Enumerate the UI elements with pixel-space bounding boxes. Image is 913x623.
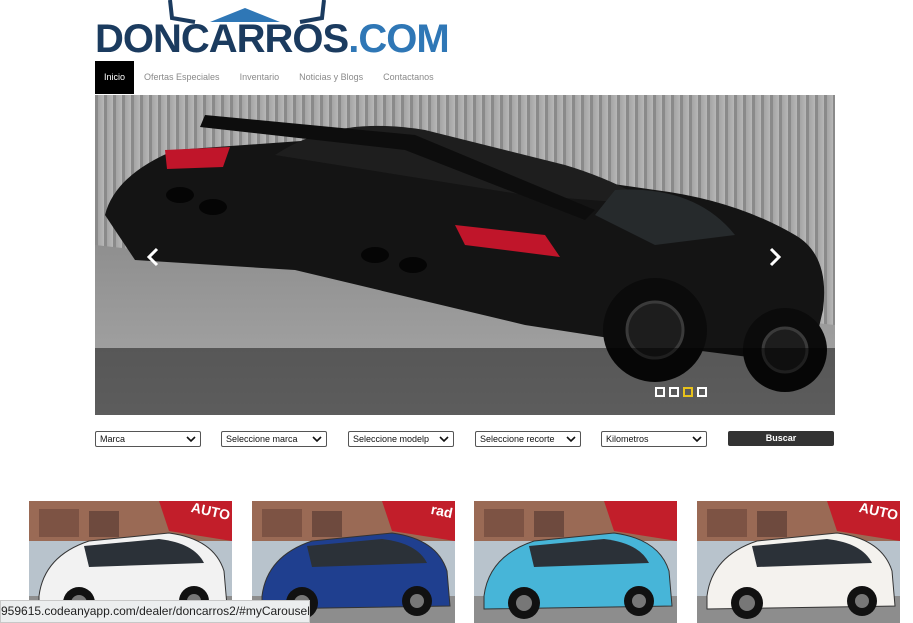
car-photo bbox=[697, 501, 900, 623]
kilometros-select-value: Kilometros bbox=[606, 434, 649, 444]
site-logo[interactable]: DONCARROS.COM bbox=[95, 0, 450, 61]
browser-status-bar: 959615.codeanyapp.com/dealer/doncarros2/… bbox=[0, 600, 310, 623]
chevron-right-icon bbox=[769, 247, 782, 267]
nav-item-ofertas-especiales[interactable]: Ofertas Especiales bbox=[134, 61, 230, 94]
logo-text-main: DONCARROS bbox=[95, 17, 349, 61]
seleccione-recorte-select[interactable]: Seleccione recorte bbox=[475, 431, 581, 447]
inventory-card-3[interactable] bbox=[474, 501, 677, 623]
status-url: 959615.codeanyapp.com/dealer/doncarros2/… bbox=[1, 604, 310, 618]
chevron-down-icon bbox=[312, 436, 322, 443]
chevron-down-icon bbox=[439, 436, 449, 443]
buscar-button[interactable]: Buscar bbox=[728, 431, 834, 446]
carousel-indicators bbox=[655, 387, 707, 397]
nav-item-noticias-y-blogs[interactable]: Noticias y Blogs bbox=[289, 61, 373, 94]
main-nav: Inicio Ofertas Especiales Inventario Not… bbox=[95, 61, 444, 94]
logo-text-domain: .COM bbox=[348, 17, 449, 61]
chevron-down-icon bbox=[566, 436, 576, 443]
nav-item-contactanos[interactable]: Contactanos bbox=[373, 61, 444, 94]
chevron-down-icon bbox=[692, 436, 702, 443]
carousel-indicator-4[interactable] bbox=[697, 387, 707, 397]
carousel-indicator-1[interactable] bbox=[655, 387, 665, 397]
chevron-left-icon bbox=[146, 247, 159, 267]
nav-item-inicio[interactable]: Inicio bbox=[95, 61, 135, 94]
nav-item-inventario[interactable]: Inventario bbox=[230, 61, 290, 94]
seleccione-recorte-select-value: Seleccione recorte bbox=[480, 434, 555, 444]
carousel-slide-image bbox=[95, 95, 835, 415]
seleccione-marca-select-value: Seleccione marca bbox=[226, 434, 298, 444]
seleccione-modelo-select-value: Seleccione modelp bbox=[353, 434, 430, 444]
kilometros-select[interactable]: Kilometros bbox=[601, 431, 707, 447]
marca-select-value: Marca bbox=[100, 434, 126, 444]
marca-select[interactable]: Marca bbox=[95, 431, 201, 447]
seleccione-modelo-select[interactable]: Seleccione modelp bbox=[348, 431, 454, 447]
carousel-indicator-2[interactable] bbox=[669, 387, 679, 397]
carousel-indicator-3[interactable] bbox=[683, 387, 693, 397]
seleccione-marca-select[interactable]: Seleccione marca bbox=[221, 431, 327, 447]
inventory-card-4[interactable]: AUTO bbox=[697, 501, 900, 623]
hero-carousel bbox=[95, 95, 835, 415]
car-photo bbox=[474, 501, 677, 623]
carousel-next-button[interactable] bbox=[765, 245, 785, 269]
carousel-prev-button[interactable] bbox=[143, 245, 163, 269]
chevron-down-icon bbox=[186, 436, 196, 443]
